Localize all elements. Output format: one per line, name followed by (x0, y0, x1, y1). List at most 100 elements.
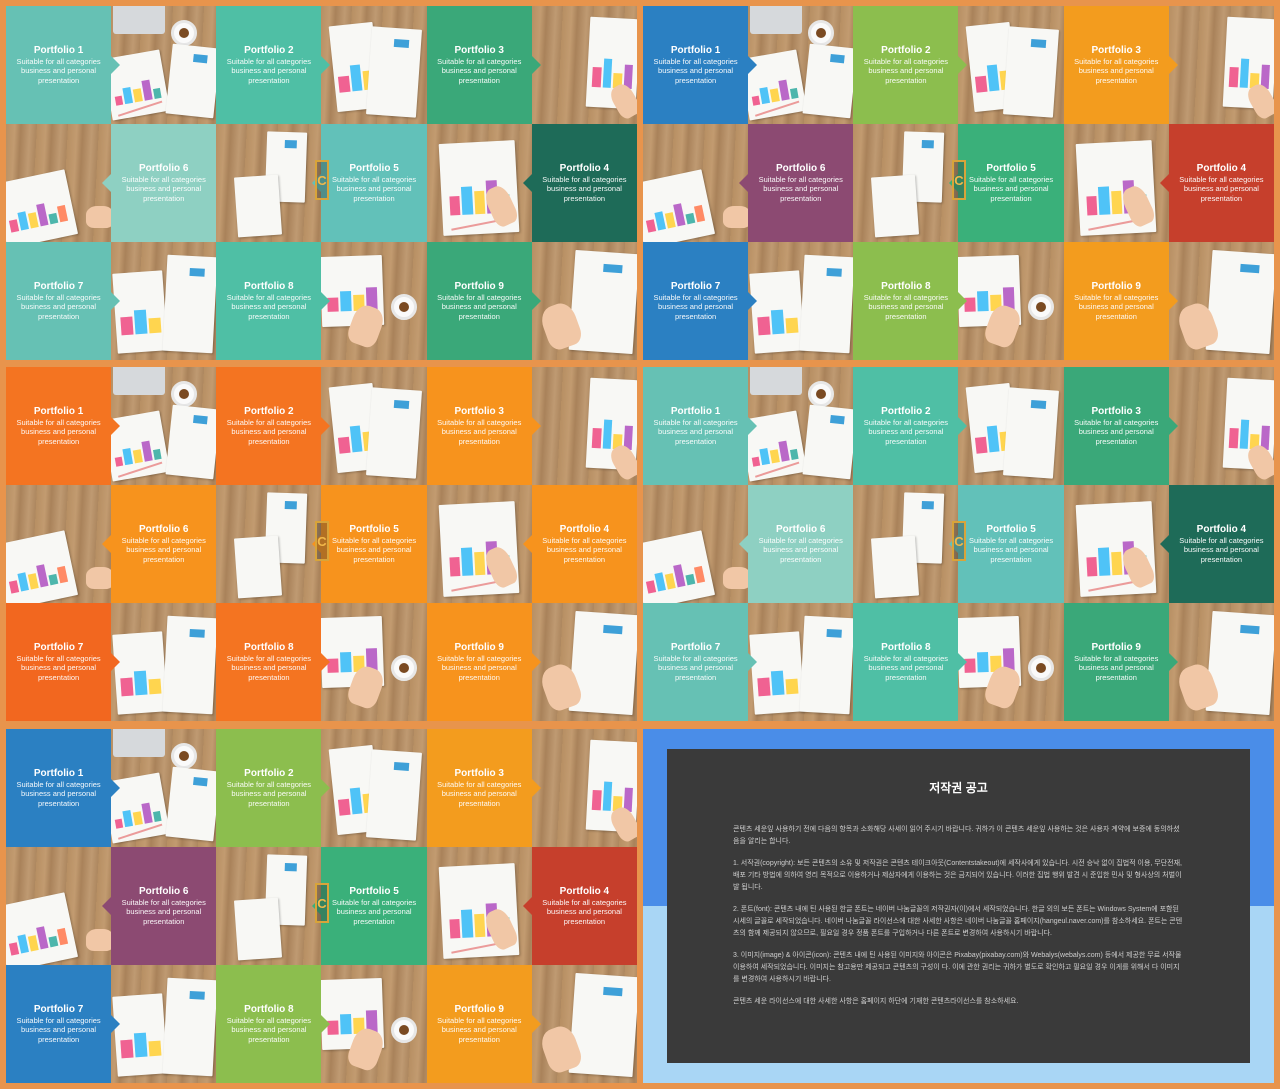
portfolio-card-5: Portfolio 5 Suitable for all categories … (949, 485, 1064, 603)
portfolio-desc: Suitable for all categories business and… (226, 653, 312, 682)
portfolio-title: Portfolio 3 (454, 767, 504, 779)
portfolio-title: Portfolio 4 (1196, 523, 1247, 535)
portfolio-desc: Suitable for all categories business and… (226, 779, 312, 808)
slide-thumbnail[interactable]: Portfolio 1 Suitable for all categories … (6, 367, 637, 721)
portfolio-card-3: Portfolio 3 Suitable for all categories … (426, 6, 542, 124)
photo-chart-hand (531, 6, 637, 124)
portfolio-desc: Suitable for all categories business and… (542, 174, 627, 203)
portfolio-title: Portfolio 3 (1091, 44, 1141, 56)
portfolio-desc: Suitable for all categories business and… (758, 535, 843, 564)
portfolio-desc: Suitable for all categories business and… (16, 417, 101, 446)
photo-writing (958, 603, 1064, 721)
portfolio-card-8: Portfolio 8 Suitable for all categories … (216, 965, 331, 1083)
portfolio-desc: Suitable for all categories business and… (437, 779, 522, 808)
slide-thumbnail[interactable]: Portfolio 1 Suitable for all categories … (6, 729, 637, 1083)
portfolio-card-9: Portfolio 9 Suitable for all categories … (426, 603, 542, 721)
portfolio-card-4: Portfolio 4 Suitable for all categories … (522, 485, 637, 603)
portfolio-title: Portfolio 6 (139, 885, 189, 897)
notice-paragraph: 3. 이미지(image) & 아이콘(icon): 콘텐츠 내에 틴 사용된 … (733, 952, 1182, 983)
photo-documents (216, 124, 322, 242)
notice-title: 저작권 공고 (929, 781, 988, 795)
portfolio-desc: Suitable for all categories business and… (1074, 292, 1159, 321)
portfolio-title: Portfolio 2 (244, 767, 294, 779)
portfolio-card-4: Portfolio 4 Suitable for all categories … (1159, 485, 1274, 603)
portfolio-card-5: Portfolio 5 Suitable for all categories … (312, 485, 427, 603)
portfolio-desc: Suitable for all categories business and… (863, 56, 949, 85)
portfolio-desc: Suitable for all categories business and… (653, 56, 738, 85)
portfolio-title: Portfolio 9 (454, 641, 504, 653)
photo-chart-left (6, 485, 112, 603)
photo-chart-pointing (426, 485, 532, 603)
portfolio-card-2: Portfolio 2 Suitable for all categories … (216, 729, 331, 847)
photo-pen-pointing (531, 603, 637, 721)
photo-chart-left (643, 124, 749, 242)
portfolio-desc: Suitable for all categories business and… (437, 1015, 522, 1044)
notice-paragraph: 콘텐츠 세운잎 사용하기 전에 다음의 항목과 소화해당 사세이 읽어 주시기 … (733, 826, 1180, 845)
portfolio-desc: Suitable for all categories business and… (758, 174, 843, 203)
copyright-notice-slide[interactable]: 저작권 공고 콘텐츠 세운잎 사용하기 전에 다음의 항목과 소화해당 사세이 … (643, 729, 1274, 1083)
portfolio-desc: Suitable for all categories business and… (121, 535, 206, 564)
slide-thumbnail[interactable]: Portfolio 1 Suitable for all categories … (643, 6, 1274, 360)
notice-paragraph: 콘텐츠 세운 라이선스에 대한 사세한 사항은 홈페이지 하단에 기재한 콘텐츠… (733, 998, 1019, 1005)
portfolio-card-3: Portfolio 3 Suitable for all categories … (1063, 367, 1179, 485)
portfolio-desc: Suitable for all categories business and… (863, 653, 949, 682)
portfolio-desc: Suitable for all categories business and… (437, 292, 522, 321)
portfolio-card-1: Portfolio 1 Suitable for all categories … (6, 367, 121, 485)
portfolio-card-4: Portfolio 4 Suitable for all categories … (522, 124, 637, 242)
portfolio-desc: Suitable for all categories business and… (653, 653, 738, 682)
portfolio-title: Portfolio 7 (33, 641, 84, 653)
photo-writing (321, 603, 427, 721)
photo-pen-pointing (531, 242, 637, 360)
photo-chart-left (643, 485, 749, 603)
portfolio-title: Portfolio 3 (454, 44, 504, 56)
portfolio-card-6: Portfolio 6 Suitable for all categories … (739, 485, 854, 603)
portfolio-title: Portfolio 6 (776, 523, 826, 535)
photo-documents (853, 485, 959, 603)
portfolio-card-1: Portfolio 1 Suitable for all categories … (6, 6, 121, 124)
portfolio-card-7: Portfolio 7 Suitable for all categories … (643, 242, 758, 360)
portfolio-card-7: Portfolio 7 Suitable for all categories … (6, 965, 121, 1083)
photo-writing (321, 965, 427, 1083)
slide-thumbnail[interactable]: Portfolio 1 Suitable for all categories … (643, 367, 1274, 721)
portfolio-title: Portfolio 9 (1091, 641, 1141, 653)
photo-report-pages (958, 367, 1064, 485)
portfolio-desc: Suitable for all categories business and… (121, 174, 206, 203)
photo-report-spread (111, 603, 217, 721)
photo-laptop-desk (111, 367, 217, 485)
photo-laptop-desk (748, 367, 854, 485)
portfolio-desc: Suitable for all categories business and… (1074, 417, 1159, 446)
portfolio-title: Portfolio 8 (881, 280, 931, 292)
slide-thumbnail[interactable]: Portfolio 1 Suitable for all categories … (6, 6, 637, 360)
photo-pen-pointing (531, 965, 637, 1083)
portfolio-card-3: Portfolio 3 Suitable for all categories … (426, 729, 542, 847)
portfolio-desc: Suitable for all categories business and… (226, 56, 312, 85)
portfolio-desc: Suitable for all categories business and… (226, 1015, 312, 1044)
portfolio-desc: Suitable for all categories business and… (437, 56, 522, 85)
photo-documents (216, 485, 322, 603)
portfolio-title: Portfolio 8 (244, 1003, 294, 1015)
portfolio-desc: Suitable for all categories business and… (863, 417, 949, 446)
photo-chart-left (6, 124, 112, 242)
photo-chart-hand (531, 729, 637, 847)
photo-chart-hand (1168, 367, 1274, 485)
portfolio-card-9: Portfolio 9 Suitable for all categories … (1063, 603, 1179, 721)
portfolio-title: Portfolio 5 (986, 523, 1036, 535)
portfolio-desc: Suitable for all categories business and… (863, 292, 949, 321)
portfolio-card-8: Portfolio 8 Suitable for all categories … (853, 603, 968, 721)
portfolio-card-7: Portfolio 7 Suitable for all categories … (6, 603, 121, 721)
portfolio-title: Portfolio 5 (349, 523, 399, 535)
portfolio-desc: Suitable for all categories business and… (331, 174, 417, 203)
portfolio-desc: Suitable for all categories business and… (121, 897, 206, 926)
watermark-logo: C (952, 160, 966, 200)
portfolio-desc: Suitable for all categories business and… (226, 292, 312, 321)
portfolio-title: Portfolio 9 (454, 280, 504, 292)
portfolio-title: Portfolio 8 (244, 280, 294, 292)
portfolio-title: Portfolio 2 (881, 405, 931, 417)
watermark-logo: C (315, 883, 329, 923)
portfolio-title: Portfolio 5 (349, 885, 399, 897)
portfolio-desc: Suitable for all categories business and… (331, 897, 417, 926)
portfolio-card-6: Portfolio 6 Suitable for all categories … (102, 847, 217, 965)
portfolio-card-1: Portfolio 1 Suitable for all categories … (6, 729, 121, 847)
portfolio-title: Portfolio 6 (139, 523, 189, 535)
photo-report-pages (321, 367, 427, 485)
